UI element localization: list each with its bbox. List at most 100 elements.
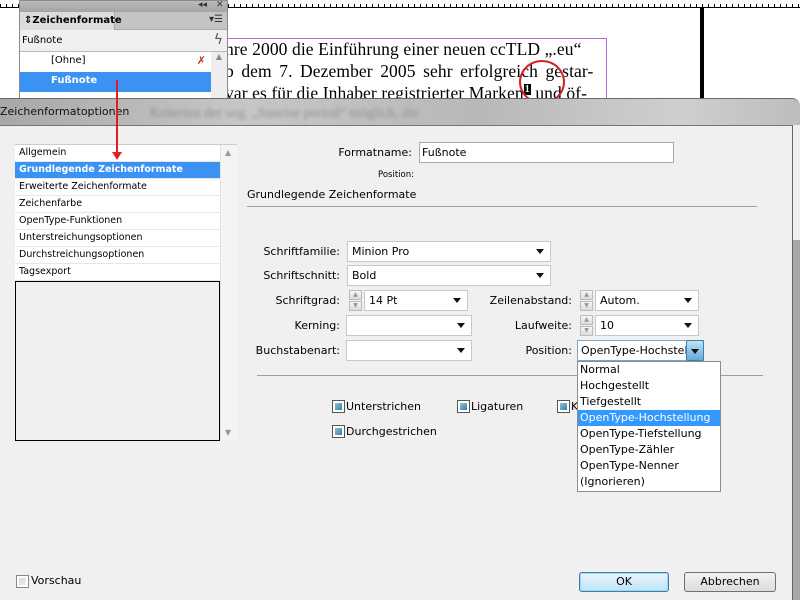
font-family-label: Schriftfamilie: <box>263 245 340 258</box>
font-size-label: Schriftgrad: <box>275 294 340 307</box>
character-styles-panel: ◂◂ ✕ ⇕Zeichenformate ▾☰ Fußnote ϟ [Ohne]… <box>19 0 228 100</box>
preview-label: Vorschau <box>31 574 82 587</box>
position-option-opentype-numerator[interactable]: OpenType-Zähler <box>578 442 720 458</box>
style-item-none[interactable]: [Ohne] ✗ <box>20 52 212 72</box>
position-option-subscript[interactable]: Tiefgestellt <box>578 394 720 410</box>
caps-checkbox[interactable] <box>557 400 570 413</box>
combo-value: Minion Pro <box>352 245 410 258</box>
leading-combo[interactable]: Autom. <box>595 290 699 311</box>
category-strikethrough-options[interactable]: Durchstreichungsoptionen <box>15 247 220 264</box>
collapse-icon[interactable]: ◂◂ <box>198 0 207 10</box>
category-list-box: Allgemein Grundlegende Zeichenformate Er… <box>15 144 237 441</box>
chevron-down-icon <box>684 298 692 303</box>
tracking-spinner[interactable]: ▲ ▼ <box>580 315 593 336</box>
kerning-combo[interactable] <box>346 315 472 336</box>
scroll-down-icon[interactable]: ▼ <box>225 428 231 437</box>
tab-character-styles[interactable]: ⇕Zeichenformate <box>20 12 122 30</box>
leading-label: Zeilenabstand: <box>489 294 572 307</box>
spin-down-icon[interactable]: ▼ <box>580 301 593 311</box>
spin-down-icon[interactable]: ▼ <box>349 301 362 311</box>
chevron-down-icon <box>536 273 544 278</box>
document-line: hre 2000 die Einführung einer neuen ccTL… <box>225 39 582 59</box>
style-item-label: Fußnote <box>51 75 98 86</box>
combo-value: 10 <box>600 319 614 332</box>
chevron-down-icon <box>691 349 699 354</box>
chevron-down-icon <box>457 348 465 353</box>
kerning-label: Kerning: <box>294 319 340 332</box>
outer-scrollbar[interactable] <box>793 125 800 600</box>
dialog-titlebar[interactable]: Kriterien der sog. „Sunrise period“ mögl… <box>0 98 800 125</box>
position-option-opentype-subscript[interactable]: OpenType-Tiefstellung <box>578 426 720 442</box>
font-style-combo[interactable]: Bold <box>347 265 551 286</box>
panel-scrollbar[interactable]: ▲ <box>211 52 227 100</box>
category-character-color[interactable]: Zeichenfarbe <box>15 196 220 213</box>
strikethrough-checkbox[interactable] <box>332 425 345 438</box>
scrollbar-thumb[interactable] <box>793 240 800 600</box>
chevron-down-icon <box>453 298 461 303</box>
close-icon[interactable]: ✕ <box>216 0 224 10</box>
case-combo[interactable] <box>346 340 472 361</box>
font-family-combo[interactable]: Minion Pro <box>347 241 551 262</box>
spin-down-icon[interactable]: ▼ <box>580 326 593 336</box>
combo-value: Autom. <box>600 294 640 307</box>
category-opentype-features[interactable]: OpenType-Funktionen <box>15 213 220 230</box>
font-style-label: Schriftschnitt: <box>263 269 340 282</box>
quick-apply-icon[interactable]: ϟ <box>214 32 223 48</box>
spin-up-icon[interactable]: ▲ <box>349 290 362 300</box>
position-option-superscript[interactable]: Hochgestellt <box>578 378 720 394</box>
combo-value: 14 Pt <box>369 294 398 307</box>
position-dropdown-list: Normal Hochgestellt Tiefgestellt OpenTyp… <box>577 361 721 492</box>
position-option-opentype-superscript[interactable]: OpenType-Hochstellung <box>578 410 720 426</box>
position-option-normal[interactable]: Normal <box>578 362 720 378</box>
tracking-combo[interactable]: 10 <box>595 315 699 336</box>
underline-checkbox[interactable] <box>332 400 345 413</box>
position-option-opentype-denominator[interactable]: OpenType-Nenner <box>578 458 720 474</box>
category-scrollbar[interactable]: ▲ ▼ <box>220 145 237 440</box>
position-dropdown-button[interactable] <box>686 340 704 361</box>
no-edit-icon: ✗ <box>196 54 206 67</box>
tab-label: Zeichenformate <box>32 15 122 26</box>
chevron-down-icon <box>457 323 465 328</box>
panel-tabbar: ⇕Zeichenformate ▾☰ <box>20 12 227 30</box>
ligatures-checkbox[interactable] <box>457 400 470 413</box>
style-item-label: [Ohne] <box>51 55 86 66</box>
panel-menu-icon[interactable]: ▾☰ <box>209 14 223 25</box>
annotation-arrow-head <box>112 152 122 160</box>
leading-spinner[interactable]: ▲ ▼ <box>580 290 593 311</box>
font-size-spinner[interactable]: ▲ ▼ <box>349 290 362 311</box>
underline-label: Unterstrichen <box>346 400 422 413</box>
panel-titlebar: ◂◂ ✕ <box>20 0 227 12</box>
current-style-display: Fußnote ϟ <box>20 30 227 52</box>
font-size-combo[interactable]: 14 Pt <box>364 290 468 311</box>
case-label: Buchstabenart: <box>255 344 340 357</box>
category-export-tagging[interactable]: Tagsexport <box>15 264 220 281</box>
position-small-label: Position: <box>378 170 414 180</box>
ok-button[interactable]: OK <box>579 572 669 592</box>
position-option-ignore[interactable]: (Ignorieren) <box>578 474 720 490</box>
preview-checkbox[interactable] <box>16 575 29 588</box>
format-name-label: Formatname: <box>338 146 412 159</box>
position-label: Position: <box>525 344 572 357</box>
blurred-document-text: Kriterien der sog. „Sunrise period“ mögl… <box>150 106 420 121</box>
spin-up-icon[interactable]: ▲ <box>580 290 593 300</box>
category-advanced-character-formats[interactable]: Erweiterte Zeichenformate <box>15 179 220 196</box>
category-list: Allgemein Grundlegende Zeichenformate Er… <box>15 145 220 281</box>
section-divider <box>247 206 757 207</box>
category-list-empty-area <box>15 281 220 441</box>
ligatures-label: Ligaturen <box>471 400 524 413</box>
position-combo[interactable]: OpenType-Hochstellung <box>577 340 704 361</box>
annotation-arrow <box>116 80 118 157</box>
cancel-button[interactable]: Abbrechen <box>684 572 776 592</box>
strikethrough-label: Durchgestrichen <box>346 425 437 438</box>
character-style-options-dialog: Allgemein Grundlegende Zeichenformate Er… <box>0 125 793 600</box>
spin-up-icon[interactable]: ▲ <box>580 315 593 325</box>
current-style-name: Fußnote <box>22 35 63 46</box>
category-basic-character-formats[interactable]: Grundlegende Zeichenformate <box>15 162 220 179</box>
tracking-label: Laufweite: <box>514 319 572 332</box>
scroll-up-icon[interactable]: ▲ <box>225 148 231 157</box>
format-name-input[interactable]: Fußnote <box>419 142 674 163</box>
chevron-down-icon <box>536 249 544 254</box>
section-title: Grundlegende Zeichenformate <box>247 188 417 201</box>
category-underline-options[interactable]: Unterstreichungsoptionen <box>15 230 220 247</box>
dialog-title: Zeichenformatoptionen <box>0 105 130 118</box>
